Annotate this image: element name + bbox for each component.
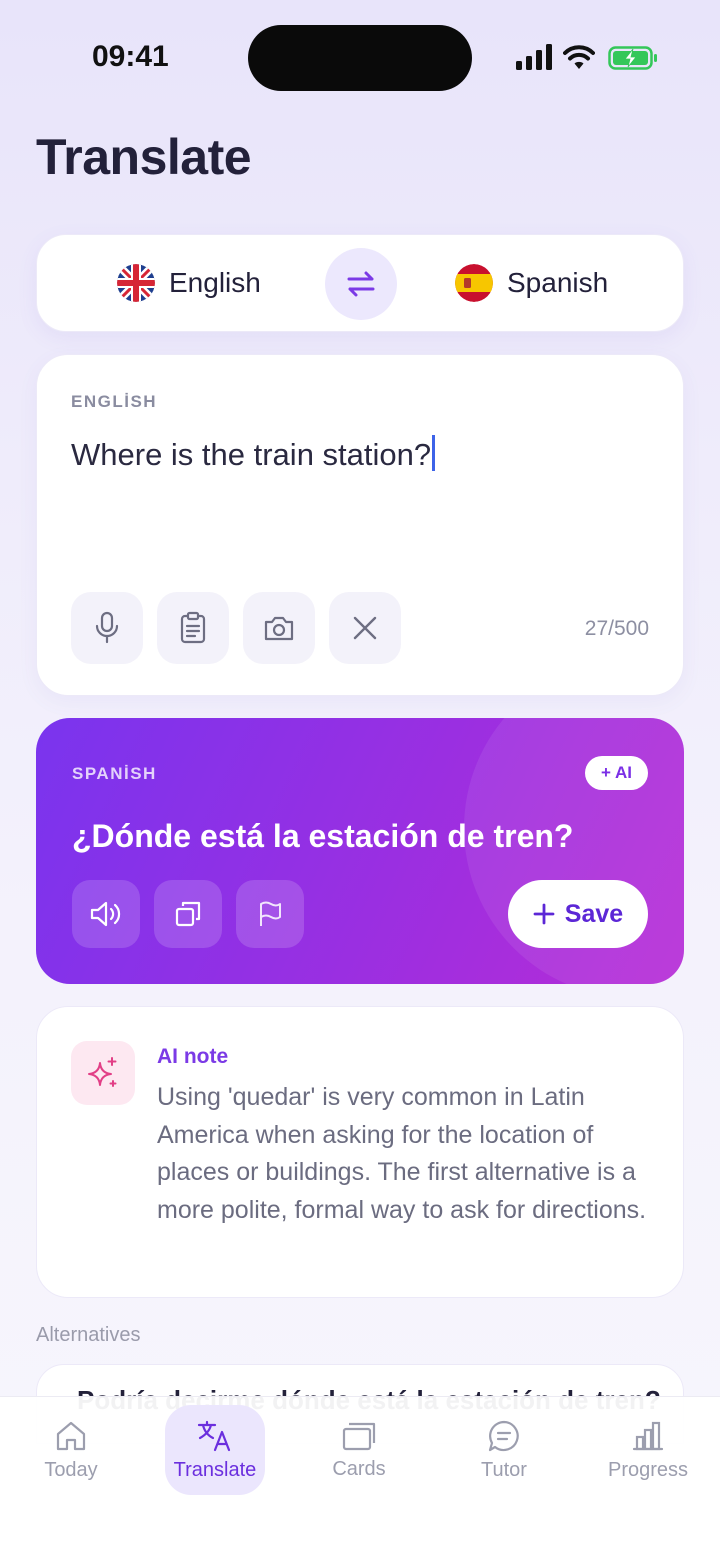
- tab-cards[interactable]: Cards: [309, 1405, 409, 1495]
- save-button[interactable]: Save: [508, 880, 648, 948]
- ai-badge: + AI: [584, 756, 648, 790]
- source-language-button[interactable]: English: [117, 261, 261, 305]
- target-language-button[interactable]: Spanish: [455, 261, 608, 305]
- cellular-signal-icon: [516, 44, 552, 70]
- bar-chart-icon: [632, 1421, 664, 1450]
- camera-icon: [264, 616, 294, 641]
- tab-cards-label: Cards: [332, 1457, 386, 1480]
- dynamic-island: [248, 25, 472, 91]
- sparkles-icon: [88, 1057, 117, 1087]
- translated-text: ¿Dónde está la estación de tren?: [72, 818, 574, 854]
- status-time: 09:41: [92, 40, 169, 73]
- wifi-icon: [563, 45, 595, 69]
- status-bar: 09:41: [0, 0, 720, 110]
- text-caret: [432, 435, 436, 471]
- source-language-label: English: [169, 267, 261, 298]
- alternatives-heading: Alternatives: [36, 1324, 141, 1346]
- bottom-tab-bar: Today Translate Cards Tutor Progress: [0, 1396, 720, 1564]
- ai-note-title: AI note: [157, 1045, 229, 1068]
- sparkles-icon-container: [71, 1041, 135, 1105]
- cards-icon: [342, 1422, 376, 1450]
- tab-progress[interactable]: Progress: [598, 1405, 698, 1495]
- spain-flag-icon: [455, 264, 493, 302]
- target-language-label: Spanish: [507, 267, 609, 298]
- ai-note-card: AI note Using 'quedar' is very common in…: [36, 1006, 684, 1298]
- copy-icon: [175, 901, 201, 927]
- speak-button[interactable]: [72, 880, 140, 948]
- report-button[interactable]: [236, 880, 304, 948]
- paste-button[interactable]: [157, 592, 229, 664]
- swap-languages-button[interactable]: [325, 248, 397, 320]
- source-language-caption: ENGLİSH: [71, 392, 158, 411]
- tab-today-label: Today: [44, 1458, 98, 1481]
- microphone-button[interactable]: [71, 592, 143, 664]
- microphone-icon: [95, 611, 119, 644]
- language-selector-bar: English Spanish: [36, 234, 684, 332]
- target-language-caption: SPANİSH: [72, 764, 157, 783]
- flag-icon: [260, 901, 281, 926]
- character-count: 27/500: [584, 617, 649, 640]
- tab-tutor[interactable]: Tutor: [454, 1405, 554, 1495]
- close-icon: [353, 616, 377, 640]
- chat-icon: [488, 1420, 519, 1451]
- battery-charging-icon: [608, 46, 657, 70]
- source-text-value: Where is the train station?: [71, 437, 432, 472]
- page-title: Translate: [36, 129, 252, 185]
- tab-today[interactable]: Today: [21, 1405, 121, 1495]
- camera-button[interactable]: [243, 592, 315, 664]
- tab-tutor-label: Tutor: [481, 1458, 527, 1481]
- translation-result-card: SPANİSH + AI ¿Dónde está la estación de …: [36, 718, 684, 984]
- uk-flag-icon: [117, 264, 155, 302]
- speaker-icon: [90, 901, 121, 927]
- source-text-card: ENGLİSH Where is the train station? 27/5…: [36, 354, 684, 696]
- ai-note-text: Using 'quedar' is very common in Latin A…: [157, 1083, 647, 1224]
- home-icon: [56, 1421, 86, 1450]
- swap-arrows-icon: [347, 271, 375, 297]
- tab-progress-label: Progress: [607, 1458, 689, 1481]
- source-text-input[interactable]: Where is the train station?: [71, 435, 436, 473]
- tab-translate[interactable]: Translate: [165, 1405, 265, 1495]
- copy-button[interactable]: [154, 880, 222, 948]
- clear-text-button[interactable]: [329, 592, 401, 664]
- plus-icon: [533, 903, 555, 925]
- clipboard-icon: [180, 611, 206, 644]
- tab-translate-label: Translate: [173, 1458, 257, 1481]
- save-button-label: Save: [564, 899, 624, 928]
- translate-icon: [197, 1420, 231, 1451]
